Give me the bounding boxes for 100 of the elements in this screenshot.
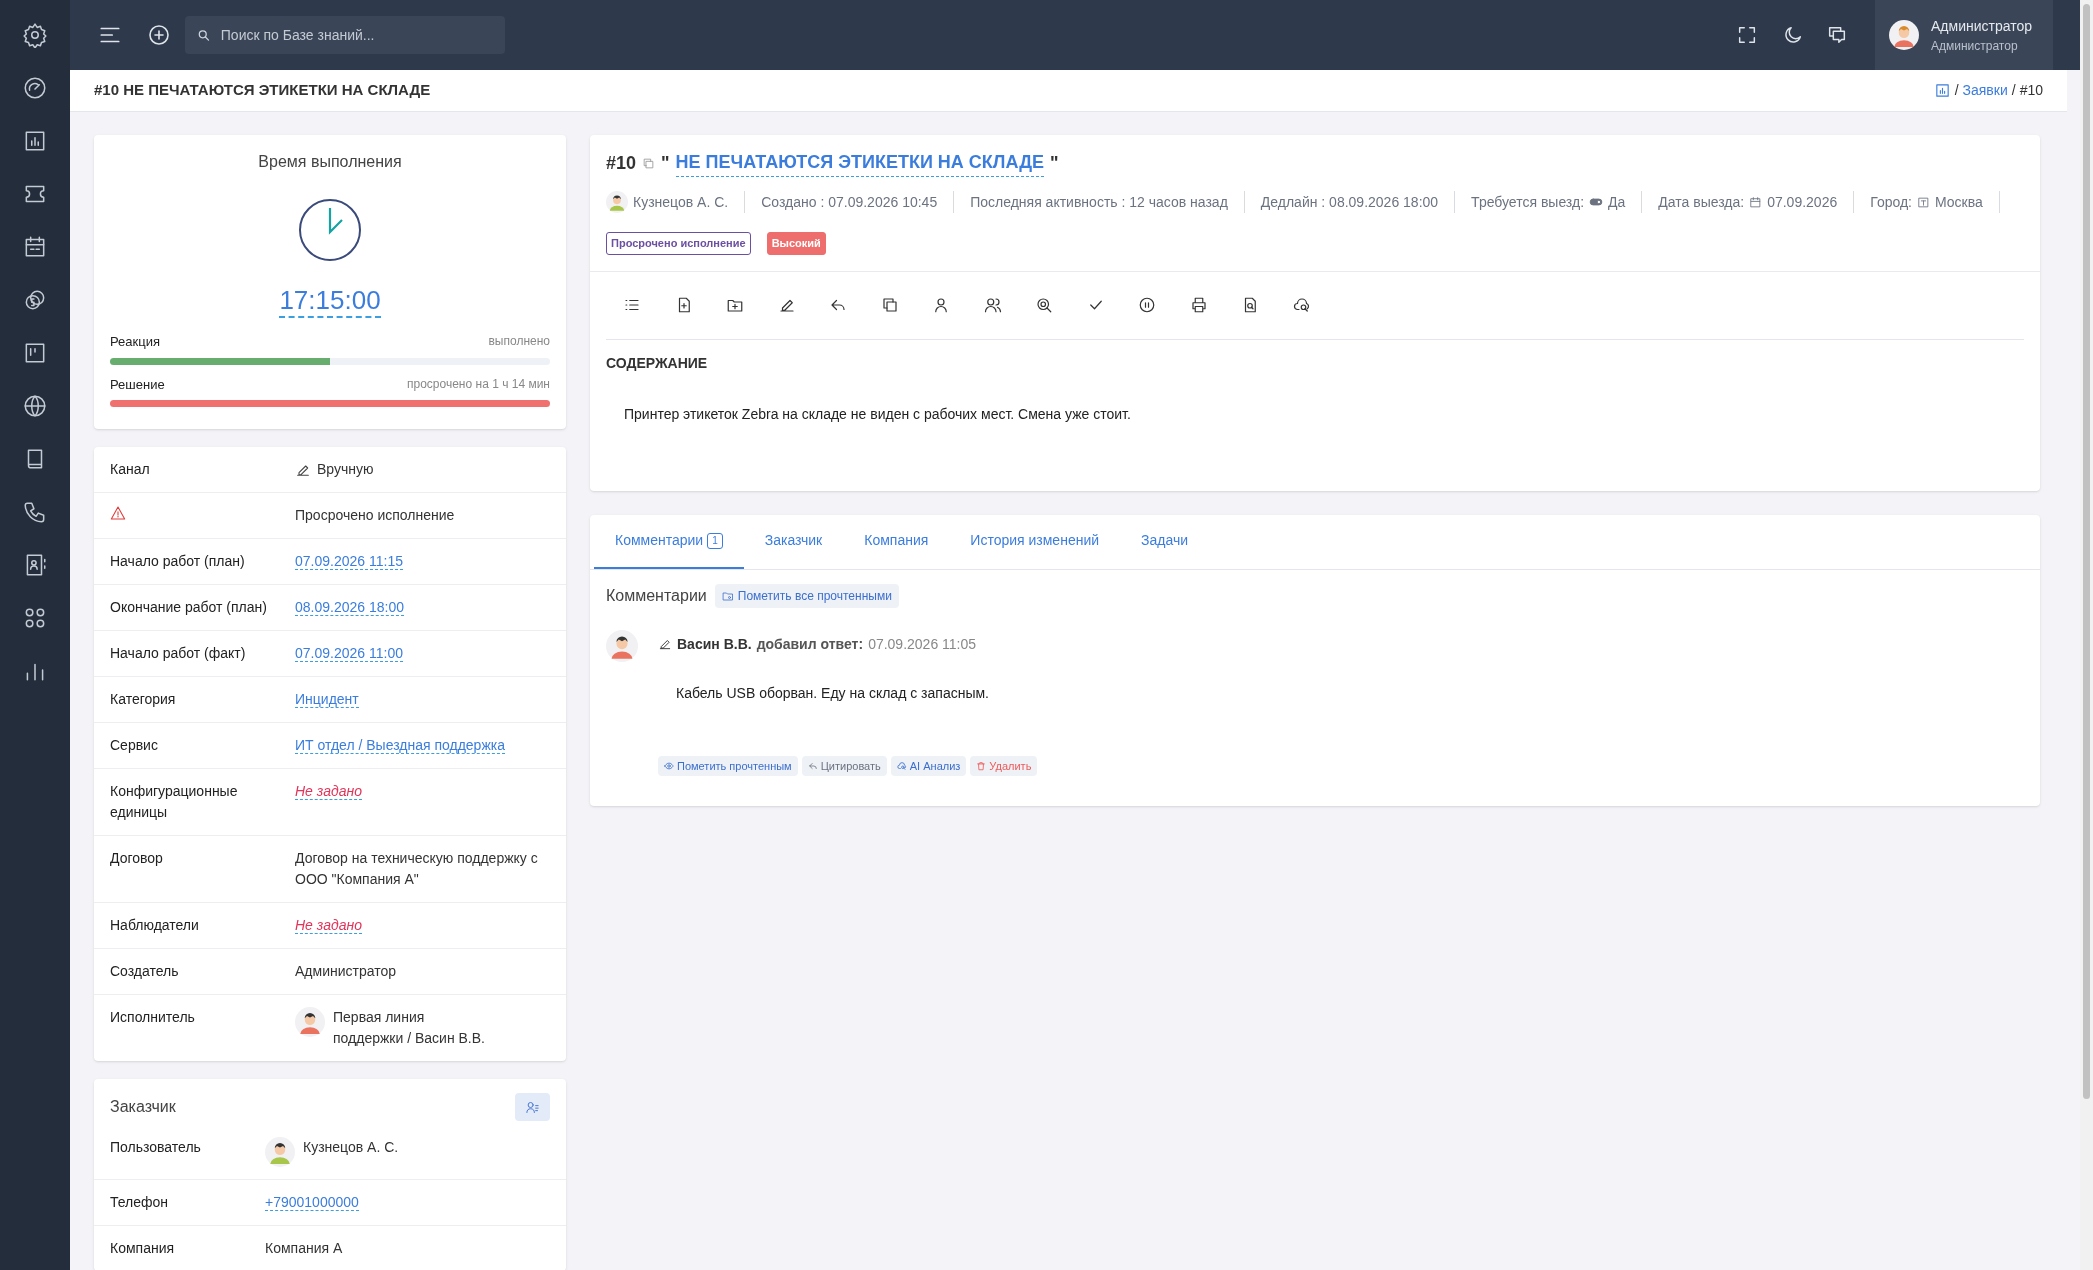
- detail-value: Администратор: [295, 963, 396, 979]
- comment-author: Васин В.В.: [677, 634, 752, 654]
- avatar: [606, 191, 628, 213]
- copy-icon: [880, 295, 899, 314]
- scrollbar[interactable]: [2080, 0, 2093, 1270]
- user-menu[interactable]: Администратор Администратор: [1875, 0, 2053, 70]
- detail-label: Категория: [110, 691, 176, 707]
- avatar: [265, 1137, 295, 1167]
- add-button[interactable]: [147, 23, 171, 47]
- chart-icon: [1933, 82, 1951, 99]
- meta-value: Да: [1608, 192, 1626, 212]
- tab[interactable]: Компания: [843, 514, 950, 569]
- calendar-icon: [1749, 195, 1763, 209]
- detail-value: Договор на техническую поддержку с ООО "Компания А": [295, 850, 538, 887]
- comment-action: добавил ответ:: [756, 634, 864, 654]
- tab[interactable]: Комментарии 1: [594, 514, 744, 569]
- plus-icon: [147, 23, 171, 47]
- count-badge: 1: [707, 532, 723, 549]
- person-name: Первая линия поддержки / Васин В.В.: [333, 1008, 486, 1048]
- meta-label: Город:: [1870, 192, 1912, 212]
- detail-label: Телефон: [110, 1194, 169, 1210]
- theme-button[interactable]: [1782, 24, 1804, 46]
- avatar: [1889, 20, 1919, 50]
- moon-icon: [1782, 24, 1804, 46]
- search-field[interactable]: Поиск по Базе знаний...: [185, 16, 505, 54]
- comment-action-button[interactable]: Пометить прочтенным: [658, 755, 798, 776]
- breadcrumb-separator: /: [1954, 81, 1959, 100]
- meta-label: Дата выезда:: [1658, 192, 1745, 212]
- scrollbar-thumb[interactable]: [2083, 4, 2090, 1099]
- meta-value: 07.09.2026: [1767, 192, 1838, 212]
- tab[interactable]: История изменений: [949, 514, 1121, 569]
- quote-mark: ": [1049, 151, 1059, 175]
- sla-label: Реакция: [110, 333, 160, 351]
- detail-link[interactable]: ИТ отдел / Выездная поддержка: [295, 737, 505, 754]
- chat-button[interactable]: [1826, 24, 1848, 46]
- settings-icon[interactable]: [22, 22, 48, 48]
- detail-value: Вручную: [317, 460, 374, 479]
- detail-link[interactable]: Инцидент: [295, 691, 359, 708]
- meta-text: Создано : 07.09.2026 10:45: [761, 192, 938, 212]
- section-heading: СОДЕРЖАНИЕ: [606, 353, 709, 373]
- detail-value: Просрочено исполнение: [295, 507, 455, 523]
- search-icon: [197, 27, 211, 43]
- detail-label: Начало работ (план): [110, 553, 245, 569]
- chat-icon: [1826, 24, 1848, 46]
- pencil-icon: [658, 637, 672, 651]
- detail-link[interactable]: 07.09.2026 11:00: [295, 645, 403, 662]
- reply-icon: [807, 760, 818, 771]
- zoom-icon: [1035, 295, 1053, 314]
- page-title: #10 НЕ ПЕЧАТАЮТСЯ ЭТИКЕТКИ НА СКЛАДЕ: [94, 80, 431, 101]
- section-heading: Комментарии: [606, 585, 707, 606]
- elapsed-time[interactable]: 17:15:00: [279, 284, 381, 318]
- detail-label: Наблюдатели: [110, 917, 199, 933]
- tab[interactable]: Задачи: [1120, 514, 1210, 569]
- card-title: Заказчик: [110, 1097, 176, 1117]
- cloud-search-icon: [1292, 295, 1311, 314]
- fullscreen-icon: [1736, 24, 1758, 46]
- detail-label: Окончание работ (план): [110, 599, 267, 615]
- card-title: Время выполнения: [258, 152, 402, 172]
- ticket-title-link[interactable]: НЕ ПЕЧАТАЮТСЯ ЭТИКЕТКИ НА СКЛАДЕ: [675, 149, 1044, 177]
- tab[interactable]: Заказчик: [743, 514, 844, 569]
- quote-mark: ": [661, 151, 670, 175]
- user-name: Администратор: [1931, 16, 2032, 36]
- detail-label: Пользователь: [110, 1139, 201, 1155]
- fullscreen-button[interactable]: [1736, 24, 1758, 46]
- comment-action-button[interactable]: Удалить: [970, 755, 1038, 776]
- comment-action-button[interactable]: AI Анализ: [890, 755, 967, 776]
- user-role: Администратор: [1931, 37, 2019, 55]
- ticket-description: Принтер этикеток Zebra на складе не виден с рабочих мест. Смена уже стоит.: [624, 404, 1132, 424]
- user-list-icon: [525, 1099, 540, 1115]
- comment-action-button[interactable]: Цитировать: [801, 755, 887, 776]
- detail-link[interactable]: +79001000000: [265, 1194, 359, 1211]
- meta-value: Москва: [1935, 192, 1983, 212]
- status-badge: Высокий: [766, 232, 826, 255]
- gauge-icon[interactable]: [22, 75, 48, 101]
- mark-all-read-button[interactable]: Пометить все прочтенными: [714, 583, 899, 608]
- detail-link[interactable]: Не задано: [295, 917, 362, 934]
- folder-icon: [721, 589, 734, 602]
- cloud-search-icon: [896, 760, 907, 771]
- detail-link[interactable]: 08.09.2026 18:00: [295, 599, 404, 616]
- meta-text: Последняя активность : 12 часов назад: [970, 192, 1228, 212]
- meta-label: Требуется выезд:: [1471, 192, 1585, 212]
- eye-icon: [664, 760, 674, 771]
- detail-link[interactable]: 07.09.2026 11:15: [295, 553, 403, 570]
- detail-label: Канал: [110, 461, 150, 477]
- person-name: Кузнецов А. С.: [303, 1138, 399, 1157]
- pause-icon: [1138, 295, 1156, 314]
- warning-icon: [110, 505, 126, 521]
- search-input: Поиск по Базе знаний...: [220, 24, 493, 46]
- detail-label: Конфигурационные единицы: [110, 783, 238, 820]
- breadcrumb-separator: /: [2011, 81, 2016, 100]
- detail-link[interactable]: Не задано: [295, 783, 362, 800]
- detail-label: Договор: [110, 850, 163, 866]
- toggle-icon: [1589, 195, 1604, 209]
- sla-status: просрочено на 1 ч 14 мин: [407, 375, 550, 393]
- printer-icon: [1189, 295, 1208, 314]
- ticket-number: #10: [606, 151, 637, 175]
- globe-icon[interactable]: [22, 393, 48, 419]
- comment-time: 07.09.2026 11:05: [868, 634, 977, 654]
- breadcrumb-link[interactable]: Заявки: [1962, 80, 2008, 101]
- detail-label: Создатель: [110, 963, 179, 979]
